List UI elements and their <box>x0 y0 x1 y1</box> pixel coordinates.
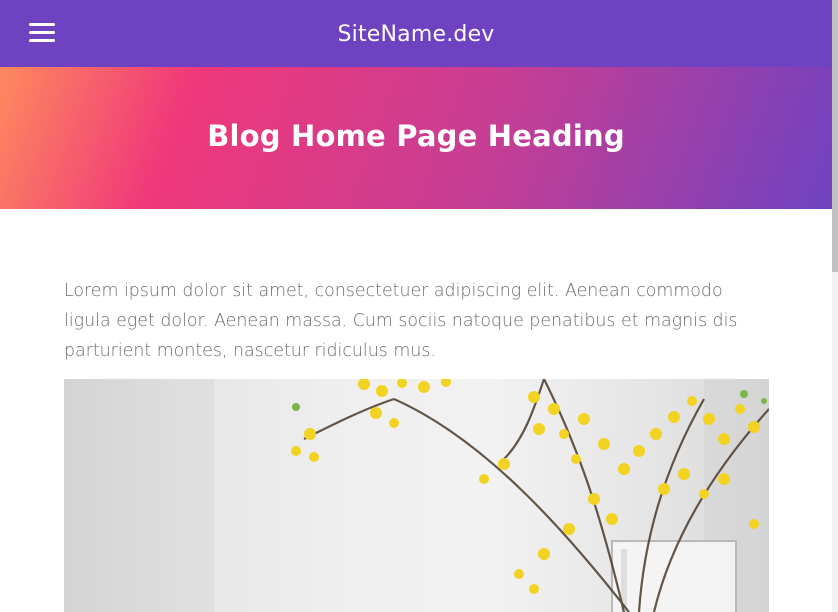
scrollbar-thumb[interactable] <box>832 0 838 272</box>
page-scrollbar[interactable] <box>832 0 838 612</box>
hamburger-line <box>29 39 55 42</box>
navbar: SiteName.dev <box>0 0 832 67</box>
intro-paragraph: Lorem ipsum dolor sit amet, consectetuer… <box>64 281 738 361</box>
hamburger-line <box>29 23 55 26</box>
main-content: Lorem ipsum dolor sit amet, consectetuer… <box>64 276 769 366</box>
site-brand-link[interactable]: SiteName.dev <box>337 22 494 47</box>
featured-image <box>64 379 769 612</box>
flower-vase-illustration <box>64 379 769 612</box>
page-heading: Blog Home Page Heading <box>207 119 625 153</box>
hamburger-line <box>29 31 55 34</box>
hamburger-menu-icon[interactable] <box>29 23 55 42</box>
hero-banner: Blog Home Page Heading <box>0 67 832 209</box>
